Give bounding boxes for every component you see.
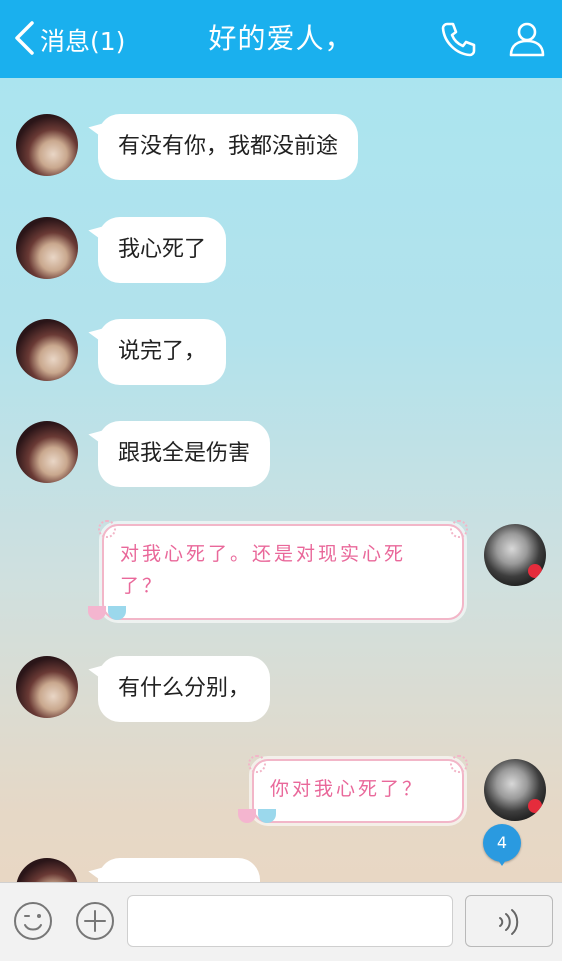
emoji-button[interactable] [12,900,54,942]
cups-decoration [238,805,282,825]
message-list[interactable]: 有没有你，我都没前途 我心死了 说完了， 跟我全是伤害 对我心死了。还是对现实心… [0,78,562,882]
composer-bar [0,882,562,961]
contact-avatar[interactable] [16,421,78,483]
received-bubble[interactable]: 我心死了 [98,217,227,283]
plus-icon [74,902,116,946]
sent-bubble[interactable]: 对我心死了。还是对现实心死了？ [98,520,468,620]
message-input[interactable] [127,895,453,947]
contact-avatar[interactable] [16,319,78,381]
received-bubble[interactable]: 跟我全是伤害 [98,421,271,487]
user-icon [506,22,548,64]
received-bubble[interactable] [98,858,260,882]
received-bubble[interactable]: 有没有你，我都没前途 [98,114,359,180]
received-bubble[interactable]: 有什么分别， [98,656,271,722]
sent-bubble[interactable]: 你对我心死了？ [248,755,468,823]
cups-decoration [88,602,132,622]
contact-avatar[interactable] [16,858,78,882]
my-avatar[interactable] [484,524,546,586]
emoji-icon [12,902,54,946]
my-avatar[interactable] [484,759,546,821]
unread-badge[interactable]: 4 [483,824,521,866]
chat-header: 消息(1) 好的爱人， [0,0,562,78]
contact-avatar[interactable] [16,217,78,279]
call-button[interactable] [438,18,480,60]
received-bubble[interactable]: 说完了， [98,319,227,385]
voice-button[interactable] [465,895,553,947]
phone-icon [438,22,480,64]
contact-avatar[interactable] [16,114,78,176]
profile-button[interactable] [506,18,548,60]
more-button[interactable] [74,900,116,942]
contact-avatar[interactable] [16,656,78,718]
